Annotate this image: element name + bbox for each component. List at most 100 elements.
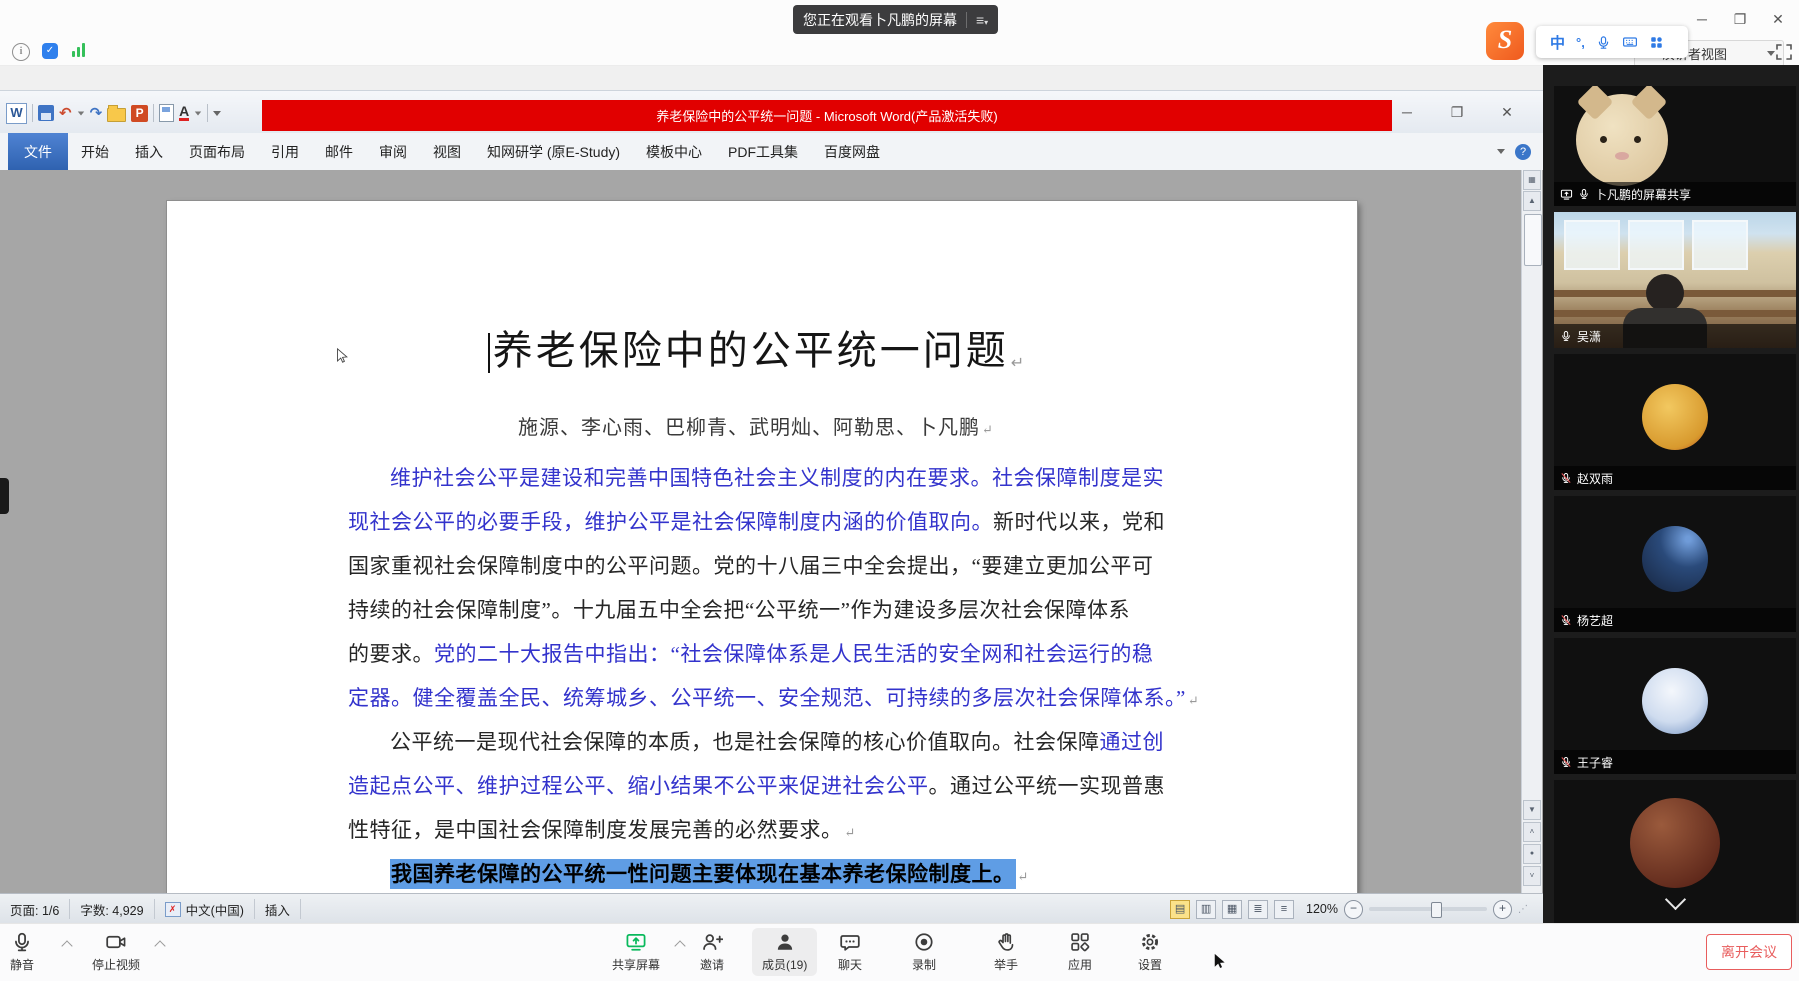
sogou-ime-bar[interactable]: 中 °, [1536, 26, 1688, 58]
tab-file[interactable]: 文件 [8, 133, 68, 170]
tab-mailings[interactable]: 邮件 [312, 133, 366, 170]
select-browse-object-icon[interactable]: ● [1523, 844, 1541, 864]
tab-page-layout[interactable]: 页面布局 [176, 133, 258, 170]
network-signal-icon[interactable] [72, 43, 85, 57]
record-button[interactable]: 录制 [912, 931, 936, 973]
web-layout-view-icon[interactable]: ▦ [1222, 900, 1242, 919]
word-vertical-scrollbar[interactable]: ▦ ▲ ▼ ˄ ● ˅ [1521, 170, 1542, 893]
participant-tile-video[interactable]: 吴潇 [1554, 212, 1796, 348]
mute-button[interactable]: 静音 [10, 931, 34, 973]
zoom-slider-thumb[interactable] [1431, 902, 1442, 918]
participant-tile-partial[interactable] [1554, 780, 1796, 923]
share-options-chevron-icon[interactable] [674, 940, 685, 951]
undo-button[interactable]: ↶ [59, 104, 72, 122]
invite-button[interactable]: 邀请 [700, 931, 724, 973]
mute-options-chevron-icon[interactable] [61, 940, 72, 951]
text-run: 性特征，是中国社会保障制度发展完善的必然要求。 [348, 818, 843, 842]
ribbon-tab-bar: 文件 开始 插入 页面布局 引用 邮件 审阅 视图 知网研学 (原E-Study… [0, 133, 1543, 171]
tab-pdf-tools[interactable]: PDF工具集 [715, 133, 811, 170]
text-run: 造起点公平、维护过程公平、缩小结果不公平来促进社会公平 [348, 774, 929, 798]
fullscreen-icon[interactable] [1774, 42, 1794, 62]
status-page-number[interactable]: 页面: 1/6 [0, 899, 70, 919]
text-run: 维护社会公平是建设和完善中国特色社会主义制度的内在要求。社会保障制度是实 [390, 466, 1164, 490]
outline-view-icon[interactable]: ≣ [1248, 900, 1268, 919]
ruler-toggle-icon[interactable]: ▦ [1523, 170, 1541, 190]
close-window-icon[interactable]: ✕ [1769, 10, 1787, 28]
save-button[interactable] [38, 105, 54, 121]
tab-review[interactable]: 审阅 [366, 133, 420, 170]
scrollbar-thumb[interactable] [1524, 214, 1542, 266]
next-page-icon[interactable]: ˅ [1523, 866, 1541, 886]
reading-view-icon[interactable]: ▥ [1196, 900, 1216, 919]
security-shield-icon[interactable]: ✓ [42, 43, 58, 59]
share-screen-button[interactable]: 共享屏幕 [612, 931, 660, 973]
powerpoint-icon[interactable]: P [131, 105, 148, 122]
leave-meeting-button[interactable]: 离开会议 [1706, 934, 1792, 970]
tab-baidu-netdisk[interactable]: 百度网盘 [811, 133, 893, 170]
text-caret [488, 333, 490, 373]
qat-overflow-icon[interactable] [213, 111, 221, 116]
side-panel-handle[interactable] [0, 478, 9, 514]
redo-button[interactable]: ↷ [90, 104, 103, 122]
tab-template-center[interactable]: 模板中心 [633, 133, 715, 170]
ime-language-toggle[interactable]: 中 [1550, 32, 1565, 53]
members-button[interactable]: 成员(19) [752, 928, 817, 976]
print-layout-view-icon[interactable]: ▤ [1170, 900, 1190, 919]
meeting-info-icon[interactable]: i [12, 43, 30, 61]
word-minimize-icon[interactable]: ─ [1398, 103, 1416, 121]
zoom-out-icon[interactable]: − [1344, 900, 1363, 919]
microphone-muted-icon [1560, 614, 1572, 626]
tab-references[interactable]: 引用 [258, 133, 312, 170]
word-title-bar: W ↶ ↷ P A 养老保险中的公平统一问题 - Microsoft Word(… [0, 90, 1543, 134]
paragraph-mark: ↵ [1188, 693, 1199, 708]
participant-tile[interactable]: 王子睿 [1554, 638, 1796, 774]
raise-hand-button[interactable]: 举手 [994, 931, 1018, 973]
zoom-slider[interactable] [1369, 907, 1487, 911]
font-color-button[interactable]: A [179, 105, 189, 121]
previous-page-icon[interactable]: ˄ [1523, 822, 1541, 842]
draft-view-icon[interactable]: ≡ [1274, 900, 1294, 919]
word-app-icon[interactable]: W [6, 103, 27, 124]
video-options-chevron-icon[interactable] [154, 940, 165, 951]
ime-voice-icon[interactable] [1596, 35, 1611, 50]
zoom-in-icon[interactable]: + [1493, 900, 1512, 919]
zoom-level[interactable]: 120% [1306, 902, 1338, 916]
paragraph-mark: ↵ [1011, 353, 1024, 373]
tab-insert[interactable]: 插入 [122, 133, 176, 170]
tab-cnki-estudy[interactable]: 知网研学 (原E-Study) [474, 133, 633, 170]
sogou-ime-logo-icon[interactable]: S [1486, 22, 1524, 60]
scroll-more-participants-icon[interactable] [1665, 889, 1686, 910]
word-close-icon[interactable]: ✕ [1498, 103, 1516, 121]
paste-button[interactable] [159, 104, 174, 122]
participant-tile[interactable]: 赵双雨 [1554, 354, 1796, 490]
tab-home[interactable]: 开始 [68, 133, 122, 170]
chat-button[interactable]: 聊天 [838, 931, 862, 973]
participants-panel: 卜凡鹏的屏幕共享 吴潇 赵双雨 杨艺超 [1543, 65, 1799, 923]
apps-button[interactable]: 应用 [1068, 931, 1092, 973]
ime-toolbox-icon[interactable] [1649, 35, 1664, 50]
help-icon[interactable]: ? [1515, 144, 1531, 160]
doc-line: 的要求。党的二十大报告中指出：“社会保障体系是人民生活的安全网和社会运行的稳 [348, 632, 1168, 676]
ime-punctuation-toggle[interactable]: °, [1576, 35, 1585, 50]
document-page[interactable]: 养老保险中的公平统一问题 ↵ 施源、李心雨、巴柳青、武明灿、阿勒思、卜凡鹏↵ 维… [167, 201, 1357, 893]
participant-tile-screen-share[interactable]: 卜凡鹏的屏幕共享 [1554, 86, 1796, 206]
minimize-window-icon[interactable]: ─ [1693, 10, 1711, 28]
font-color-dropdown-icon[interactable] [195, 111, 201, 115]
banner-menu-icon[interactable]: ≡▾ [976, 13, 988, 27]
settings-button[interactable]: 设置 [1138, 931, 1162, 973]
ribbon-collapse-icon[interactable] [1497, 149, 1505, 154]
ime-keyboard-icon[interactable] [1622, 34, 1638, 50]
word-maximize-icon[interactable]: ❐ [1448, 103, 1466, 121]
maximize-window-icon[interactable]: ❐ [1731, 10, 1749, 28]
status-language[interactable]: ✗ 中文(中国) [155, 899, 255, 919]
quick-access-toolbar[interactable]: W ↶ ↷ P A [6, 99, 221, 127]
tab-view[interactable]: 视图 [420, 133, 474, 170]
scroll-up-icon[interactable]: ▲ [1523, 191, 1541, 211]
participant-tile[interactable]: 杨艺超 [1554, 496, 1796, 632]
status-word-count[interactable]: 字数: 4,929 [70, 899, 154, 919]
open-button[interactable] [107, 108, 126, 122]
undo-dropdown-icon[interactable] [77, 111, 83, 115]
stop-video-button[interactable]: 停止视频 [92, 931, 140, 973]
scroll-down-icon[interactable]: ▼ [1523, 800, 1541, 820]
status-insert-mode[interactable]: 插入 [255, 899, 301, 919]
